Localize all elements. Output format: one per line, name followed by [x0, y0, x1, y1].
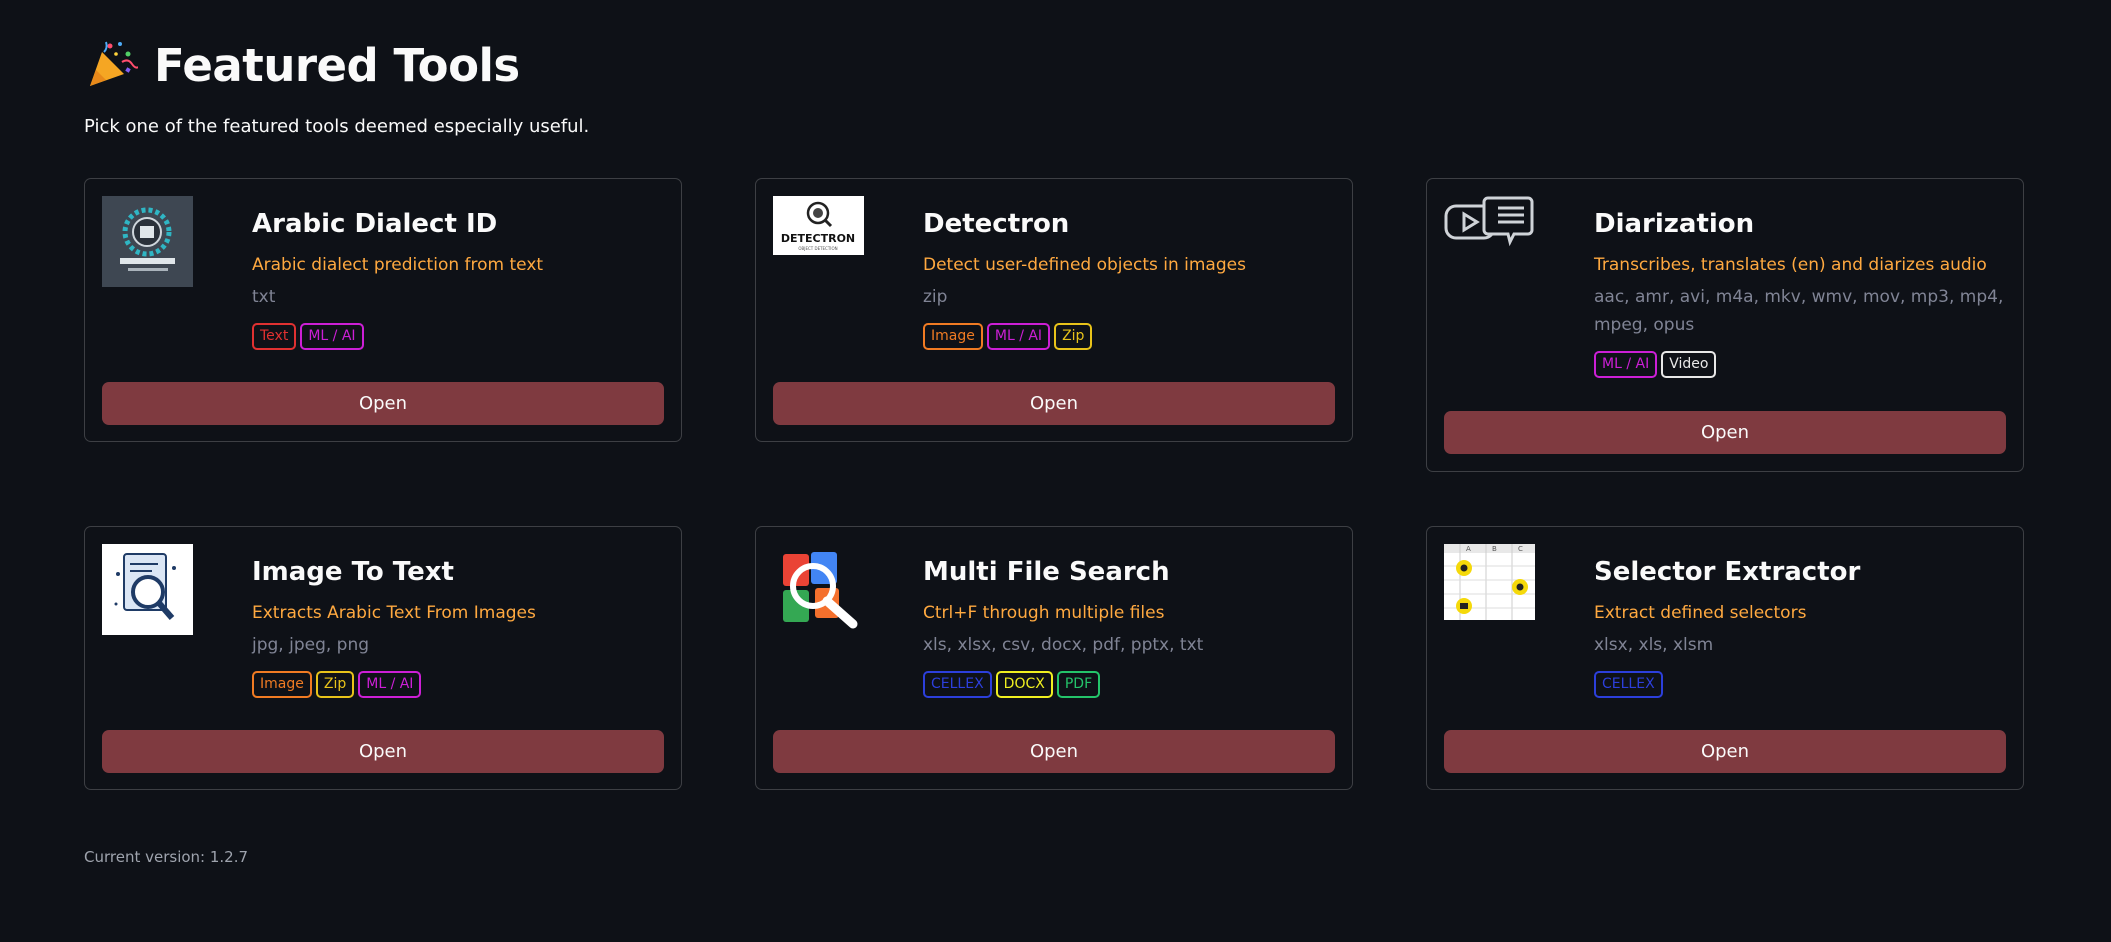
- tag-cellex: CELLEX: [1594, 671, 1663, 698]
- tag-image: Image: [252, 671, 312, 698]
- tool-card-arabic-dialect-id: Arabic Dialect ID Arabic dialect predict…: [84, 178, 682, 442]
- tool-description: Ctrl+F through multiple files: [923, 603, 1165, 624]
- detectron-logo-text: DETECTRON: [781, 232, 855, 245]
- tag-pdf: PDF: [1056, 671, 1101, 698]
- tool-description: Extracts Arabic Text From Images: [252, 603, 536, 624]
- tool-card-diarization: Diarization Transcribes, translates (en)…: [1426, 178, 2024, 472]
- tool-title: Multi File Search: [923, 557, 1170, 587]
- tool-card-detectron: DETECTRON OBJECT DETECTION Detectron Det…: [755, 178, 1353, 442]
- tool-extensions: xlsx, xls, xlsm: [1594, 635, 1714, 656]
- tool-extensions: xls, xlsx, csv, docx, pdf, pptx, txt: [923, 635, 1204, 656]
- video-chat-icon: [1444, 196, 1535, 266]
- tool-title: Diarization: [1594, 209, 1755, 239]
- tool-title: Selector Extractor: [1594, 557, 1861, 587]
- page-title: Featured Tools: [154, 38, 520, 92]
- tool-description: Detect user-defined objects in images: [923, 255, 1246, 276]
- files-magnifier-icon: [773, 544, 864, 635]
- tool-info: Detectron Detect user-defined objects in…: [923, 209, 1334, 350]
- tool-description: Arabic dialect prediction from text: [252, 255, 544, 276]
- tool-card-multi-file-search: Multi File Search Ctrl+F through multipl…: [755, 526, 1353, 790]
- open-button[interactable]: Open: [773, 730, 1335, 773]
- version-label: Current version: 1.2.7: [84, 848, 249, 866]
- spreadsheet-selectors-icon: A B C: [1444, 544, 1535, 620]
- tool-title: Arabic Dialect ID: [252, 209, 498, 239]
- tag-list: Image ML / AI Zip: [923, 323, 1334, 350]
- tag-ml-ai: ML / AI: [986, 323, 1051, 350]
- tool-info: Multi File Search Ctrl+F through multipl…: [923, 557, 1334, 698]
- open-button[interactable]: Open: [1444, 730, 2006, 773]
- open-button[interactable]: Open: [102, 730, 664, 773]
- tool-info: Arabic Dialect ID Arabic dialect predict…: [252, 209, 663, 350]
- arabic-dialect-logo: [102, 196, 193, 287]
- tag-ml-ai: ML / AI: [1594, 351, 1658, 379]
- tag-list: CELLEX DOCX PDF: [923, 671, 1334, 698]
- tag-zip: Zip: [1054, 323, 1093, 350]
- document-search-icon: [102, 544, 193, 635]
- open-button[interactable]: Open: [102, 382, 664, 425]
- tag-docx: DOCX: [995, 671, 1053, 698]
- page-header: Featured Tools: [84, 38, 520, 92]
- open-button[interactable]: Open: [1444, 411, 2006, 454]
- tool-info: Selector Extractor Extract defined selec…: [1594, 557, 2005, 698]
- tag-list: Text ML / AI: [252, 323, 663, 350]
- tool-extensions: jpg, jpeg, png: [252, 635, 370, 656]
- tag-ml-ai: ML / AI: [300, 323, 364, 350]
- tool-info: Image To Text Extracts Arabic Text From …: [252, 557, 663, 698]
- tool-extensions: txt: [252, 287, 276, 308]
- tool-card-selector-extractor: A B C Selector Extractor Extract defined…: [1426, 526, 2024, 790]
- tool-title: Detectron: [923, 209, 1070, 239]
- tag-list: Image Zip ML / AI: [252, 671, 663, 698]
- detectron-logo: DETECTRON OBJECT DETECTION: [773, 196, 864, 255]
- open-button[interactable]: Open: [773, 382, 1335, 425]
- tag-cellex: CELLEX: [923, 671, 992, 698]
- tag-ml-ai: ML / AI: [358, 671, 422, 698]
- tag-zip: Zip: [315, 671, 355, 698]
- tool-info: Diarization Transcribes, translates (en)…: [1594, 209, 2005, 379]
- tool-description: Extract defined selectors: [1594, 603, 1807, 624]
- tool-title: Image To Text: [252, 557, 454, 587]
- tag-image: Image: [923, 323, 983, 350]
- tag-video: Video: [1661, 351, 1717, 379]
- tag-list: CELLEX: [1594, 671, 2005, 698]
- tag-text: Text: [252, 323, 297, 350]
- tool-extensions: aac, amr, avi, m4a, mkv, wmv, mov, mp3, …: [1594, 287, 2004, 336]
- page-subtitle: Pick one of the featured tools deemed es…: [84, 116, 590, 137]
- sheet-column-b: B: [1492, 545, 1497, 553]
- party-popper-icon: [90, 41, 138, 86]
- sheet-column-a: A: [1466, 545, 1471, 553]
- tool-card-image-to-text: Image To Text Extracts Arabic Text From …: [84, 526, 682, 790]
- sheet-column-c: C: [1518, 545, 1523, 553]
- page: Featured Tools Pick one of the featured …: [0, 0, 2111, 942]
- detectron-logo-subtext: OBJECT DETECTION: [798, 246, 837, 251]
- tool-extensions: zip: [923, 287, 948, 308]
- tool-description: Transcribes, translates (en) and diarize…: [1594, 255, 1987, 276]
- tag-list: ML / AI Video: [1594, 351, 2005, 379]
